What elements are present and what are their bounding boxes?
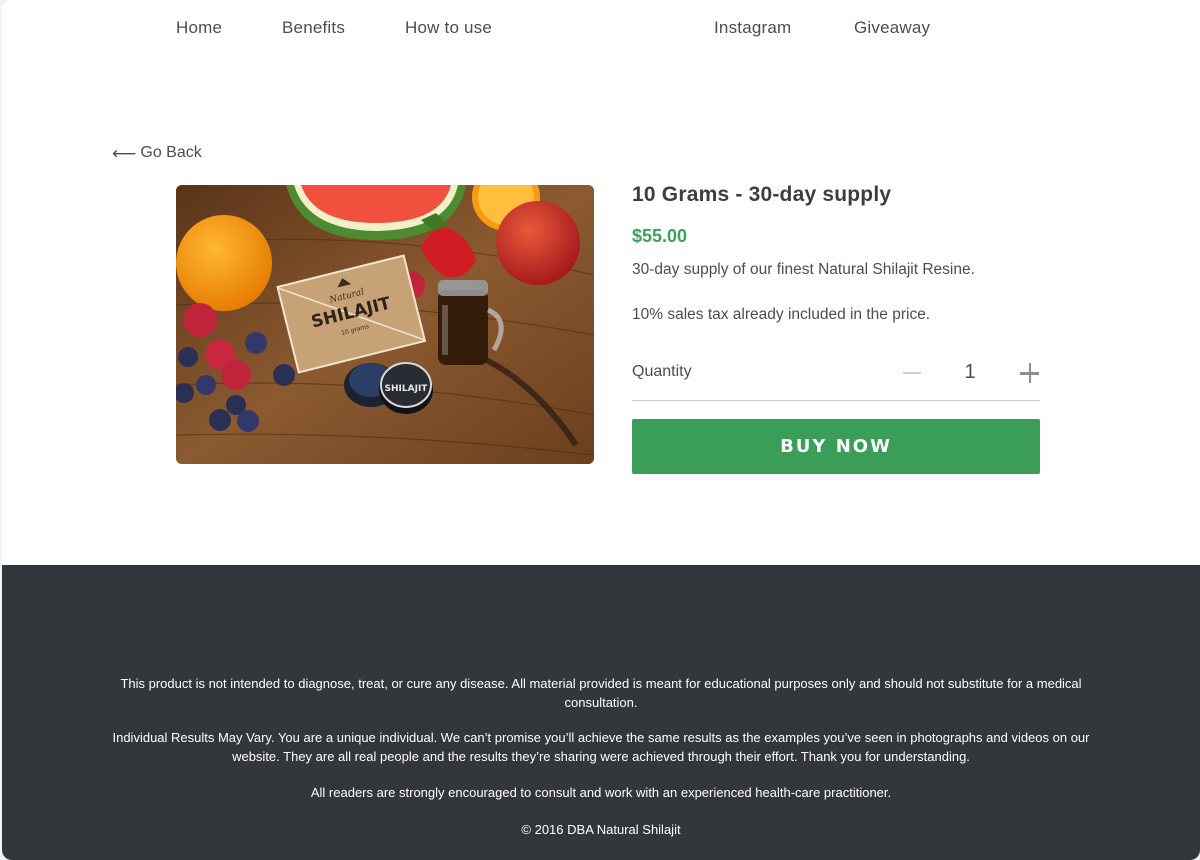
footer-advice: All readers are strongly encouraged to c… [310,785,892,800]
product-price: $55.00 [632,226,688,246]
arrow-left-icon: ⟵ [112,143,137,163]
product-description: 30-day supply of our finest Natural Shil… [632,261,975,278]
buy-now-button[interactable]: BUY NOW [632,419,1040,474]
quantity-label: Quantity [632,363,692,380]
product-title: 10 Grams - 30-day supply [632,183,892,206]
product-details: 10 Grams - 30-day supply $55.00 30-day s… [632,183,1040,474]
footer-results-note: Individual Results May Vary. You are a u… [112,730,1090,764]
footer-copyright: © 2016 DBA Natural Shilajit [521,821,681,837]
svg-text:SHILAJIT: SHILAJIT [385,384,429,394]
quantity-stepper: Quantity 1 [632,361,1040,401]
page: Home Benefits How to use Instagram Givea… [2,0,1200,860]
nav-how-to-use[interactable]: How to use [405,18,492,38]
go-back-label: Go Back [140,144,202,161]
footer: This product is not intended to diagnose… [2,565,1200,860]
minus-icon[interactable] [900,361,924,385]
quantity-value[interactable]: 1 [962,361,978,384]
product-photo: Natural SHILAJIT 10 grams SHILAJIT [176,185,594,464]
top-nav: Home Benefits How to use Instagram Givea… [2,18,1200,42]
nav-benefits[interactable]: Benefits [282,18,345,38]
go-back-link[interactable]: ⟵ Go Back [112,144,202,162]
nav-instagram[interactable]: Instagram [714,18,791,38]
nav-giveaway[interactable]: Giveaway [854,18,930,38]
product-image: Natural SHILAJIT 10 grams SHILAJIT [176,185,594,464]
footer-disclaimer: This product is not intended to diagnose… [120,676,1082,710]
tax-note: 10% sales tax already included in the pr… [632,306,931,323]
nav-home[interactable]: Home [176,18,222,38]
plus-icon[interactable] [1018,361,1042,385]
